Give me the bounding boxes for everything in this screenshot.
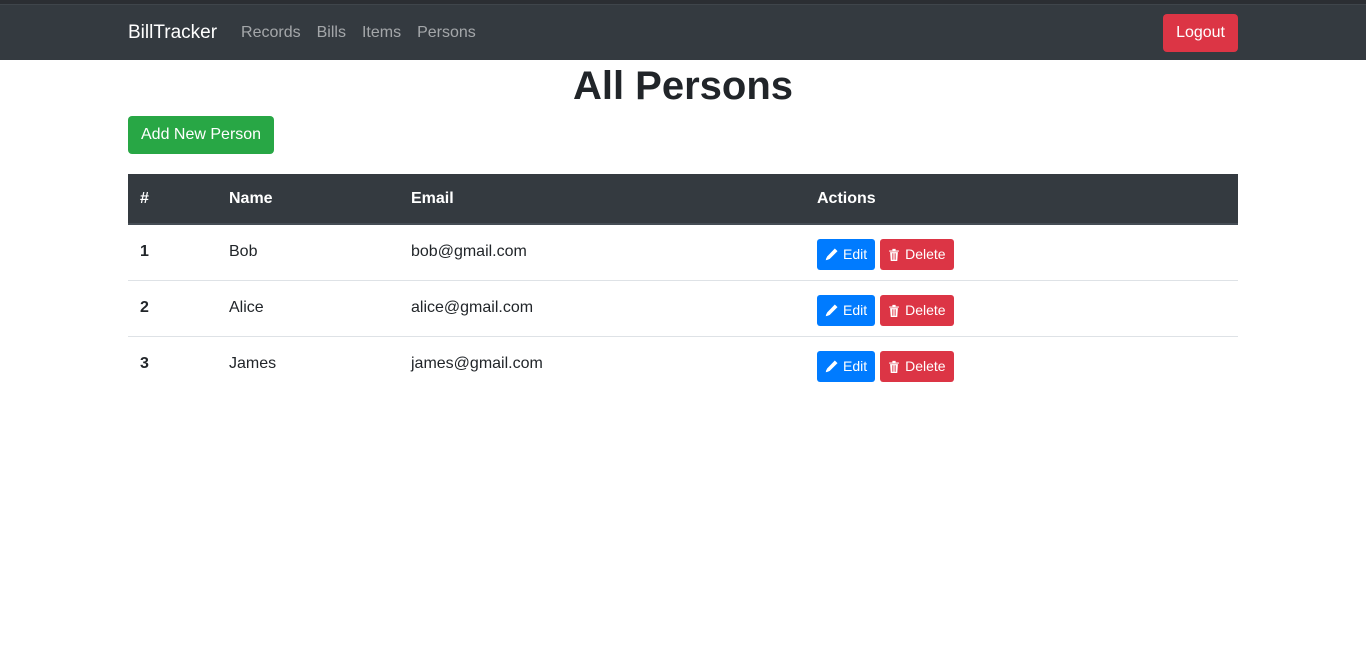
nav-link-bills[interactable]: Bills <box>317 24 346 42</box>
trash-icon <box>889 248 899 261</box>
edit-button[interactable]: Edit <box>817 238 876 270</box>
nav-link-items[interactable]: Items <box>362 24 401 42</box>
pencil-icon <box>825 303 838 316</box>
row-actions: Edit Delete <box>805 224 1238 281</box>
delete-label: Delete <box>905 246 946 263</box>
delete-label: Delete <box>905 302 946 318</box>
column-header-email: Email <box>399 174 805 225</box>
person-name: Bob <box>217 224 399 281</box>
navbar: BillTracker Records Bills Items Persons … <box>0 4 1366 60</box>
logout-button[interactable]: Logout <box>1163 13 1238 52</box>
delete-label: Delete <box>905 358 946 375</box>
edit-label: Edit <box>843 302 868 318</box>
trash-icon <box>889 304 899 317</box>
brand-link[interactable]: BillTracker <box>128 22 217 44</box>
row-actions: Edit Delete <box>805 336 1238 392</box>
edit-label: Edit <box>843 246 868 263</box>
trash-icon <box>889 360 899 373</box>
row-number: 2 <box>128 280 217 337</box>
add-person-button[interactable]: Add New Person <box>128 116 275 154</box>
column-header-number: # <box>128 174 217 225</box>
persons-table: # Name Email Actions 1 Bob bob@gmail.com… <box>128 174 1238 392</box>
delete-button[interactable]: Delete <box>880 238 954 270</box>
person-name: Alice <box>217 280 399 337</box>
edit-button[interactable]: Edit <box>817 350 876 382</box>
table-row: 2 Alice alice@gmail.com Edit Delete <box>128 280 1238 337</box>
person-email: alice@gmail.com <box>399 280 805 337</box>
delete-button[interactable]: Delete <box>880 350 954 382</box>
edit-label: Edit <box>843 358 868 375</box>
nav-link-persons[interactable]: Persons <box>417 24 476 42</box>
person-email: bob@gmail.com <box>399 224 805 281</box>
row-number: 1 <box>128 224 217 281</box>
person-email: james@gmail.com <box>411 355 543 373</box>
edit-button[interactable]: Edit <box>817 294 876 326</box>
row-actions: Edit Delete <box>805 280 1238 337</box>
main-content: All Persons Add New Person # Name Email … <box>128 60 1238 392</box>
column-header-name: Name <box>217 174 399 225</box>
nav-link-records[interactable]: Records <box>241 24 301 42</box>
row-number: 3 <box>140 355 149 373</box>
pencil-icon <box>825 360 838 373</box>
table-row: 1 Bob bob@gmail.com Edit Delete <box>128 224 1238 281</box>
page-title: All Persons <box>572 64 794 108</box>
pencil-icon <box>825 248 838 261</box>
column-header-actions: Actions <box>805 174 1238 225</box>
table-header: # Name Email Actions <box>128 174 1238 225</box>
delete-button[interactable]: Delete <box>880 294 954 326</box>
person-name: James <box>229 355 277 373</box>
table-row: 3 James james@gmail.com Edit Delete <box>128 336 1238 392</box>
